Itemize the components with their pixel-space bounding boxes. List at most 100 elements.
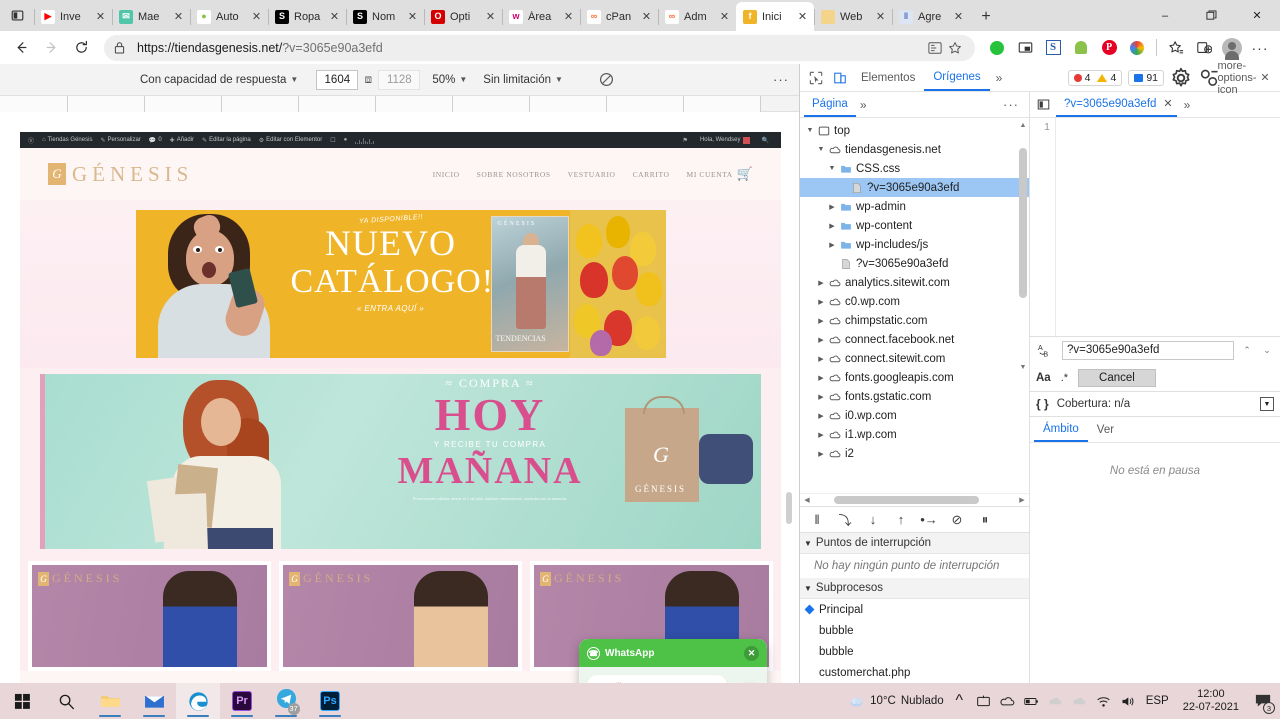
chevron-right-icon[interactable]: ▶ <box>815 412 827 420</box>
search-button[interactable] <box>44 683 88 719</box>
tree-node[interactable]: ▶ fonts.gstatic.com <box>800 387 1029 406</box>
site-nav-item[interactable]: Carrito <box>633 170 670 179</box>
chevron-right-icon[interactable]: ▶ <box>826 203 838 211</box>
collections-icon[interactable] <box>1190 34 1218 62</box>
pinterest-icon[interactable]: P <box>1095 34 1123 62</box>
shopping-cart-icon[interactable]: 🛒 <box>737 166 753 182</box>
tree-node[interactable]: ▶ connect.sitewit.com <box>800 349 1029 368</box>
photoshop-button[interactable]: Ps <box>308 683 352 719</box>
browser-tab[interactable]: w Área ✕ <box>502 2 580 31</box>
chevron-right-icon[interactable]: ▶ <box>826 222 838 230</box>
more-tabs-icon[interactable]: » <box>990 71 1009 85</box>
mail-button[interactable] <box>132 683 176 719</box>
adminbar-stats-icon[interactable]: ☐ <box>326 137 339 144</box>
volume-icon[interactable] <box>1119 693 1136 710</box>
sitewit-extension-icon[interactable]: S <box>1039 34 1067 62</box>
site-nav-item[interactable]: Vestuario <box>568 170 616 179</box>
tree-node[interactable]: ▶ connect.facebook.net <box>800 330 1029 349</box>
tree-node[interactable]: ▶ fonts.googleapis.com <box>800 368 1029 387</box>
browser-tab[interactable]: ‖ Agre ✕ <box>892 2 970 31</box>
chevron-down-icon[interactable]: ▼ <box>804 127 816 134</box>
input-language-indicator[interactable]: ESP <box>1143 695 1172 707</box>
tab-origenes[interactable]: Orígenes <box>924 64 990 91</box>
add-favorite-icon[interactable] <box>945 41 965 55</box>
close-icon[interactable]: ✕ <box>1163 97 1172 110</box>
browser-tab[interactable]: ∞ Adm ✕ <box>658 2 736 31</box>
banner1-cta[interactable]: « ENTRA AQUÍ » <box>291 304 491 313</box>
start-button[interactable] <box>0 683 44 719</box>
tab-close-icon[interactable]: ✕ <box>405 9 420 24</box>
device-toolbar-more-icon[interactable]: ··· <box>773 72 789 87</box>
chevron-right-icon[interactable]: ▶ <box>815 431 827 439</box>
deactivate-breakpoints-button[interactable]: ⊘ <box>944 508 970 532</box>
android-extension-icon[interactable] <box>1067 34 1095 62</box>
pause-on-exceptions-button[interactable]: ⏸ <box>972 508 998 532</box>
screen-cast-icon[interactable] <box>975 693 992 710</box>
honey-extension-icon[interactable] <box>983 34 1011 62</box>
chevron-down-icon[interactable]: ▼ <box>815 146 827 153</box>
close-window-button[interactable]: ✕ <box>1234 0 1280 31</box>
search-input[interactable]: ?v=3065e90a3efd <box>1062 341 1234 360</box>
chevron-right-icon[interactable]: ▶ <box>815 374 827 382</box>
adminbar-edit-page[interactable]: ✎ Editar la página <box>198 137 255 144</box>
tab-pagina[interactable]: Página <box>804 92 856 117</box>
threads-section-header[interactable]: ▼ Subprocesos <box>800 578 1029 599</box>
color-wheel-extension-icon[interactable] <box>1123 34 1151 62</box>
tree-node[interactable]: ▼ tiendasgenesis.net <box>800 140 1029 159</box>
breakpoints-section-header[interactable]: ▼ Puntos de interrupción <box>800 533 1029 554</box>
tab-close-icon[interactable]: ✕ <box>951 9 966 24</box>
address-bar[interactable]: https://tiendasgenesis.net/?v=3065e90a3e… <box>104 34 975 61</box>
inspect-element-icon[interactable] <box>804 66 828 90</box>
tree-node[interactable]: ▶ i0.wp.com <box>800 406 1029 425</box>
adminbar-new[interactable]: ✚ Añadir <box>166 137 198 144</box>
more-options-icon[interactable]: more-options-icon <box>1217 60 1256 96</box>
tab-elementos[interactable]: Elementos <box>852 64 924 91</box>
weather-widget[interactable]: 10°C Nublado <box>848 693 944 710</box>
search-prev-icon[interactable]: ⌃ <box>1240 345 1254 356</box>
chevron-right-icon[interactable]: ▶ <box>815 450 827 458</box>
site-nav-item[interactable]: Sobre Nosotros <box>477 170 551 179</box>
banner-compra-hoy[interactable]: ≈ COMPRA ≈ HOY Y RECIBE TU COMPRA MAÑANA… <box>40 374 761 549</box>
tree-horizontal-scrollbar[interactable]: ◀ ▶ <box>800 493 1029 506</box>
new-tab-button[interactable]: + <box>972 3 1000 31</box>
viewport-height-input[interactable]: 1128 <box>378 69 421 90</box>
adminbar-site-name[interactable]: ⌂ Tiendas Génesis <box>38 137 96 143</box>
picture-in-picture-icon[interactable] <box>1011 34 1039 62</box>
product-card[interactable]: G GÉNESIS <box>279 561 522 671</box>
notifications-button[interactable]: 3 <box>1250 688 1276 714</box>
maximize-button[interactable] <box>1188 0 1234 31</box>
tree-node[interactable]: ▶ c0.wp.com <box>800 292 1029 311</box>
editor-tab-file[interactable]: ?v=3065e90a3efd ✕ <box>1056 92 1177 117</box>
site-logo[interactable]: G GÉNESIS <box>48 162 193 187</box>
chevron-right-icon[interactable]: ▶ <box>815 355 827 363</box>
tree-scrollbar[interactable]: ▲ ▼ <box>1019 122 1027 372</box>
cloud-icon-1[interactable] <box>1047 693 1064 710</box>
thread-row[interactable]: bubble <box>800 620 1029 641</box>
step-out-button[interactable]: ↑ <box>888 508 914 532</box>
browser-tab[interactable]: S Nom ✕ <box>346 2 424 31</box>
reload-icon[interactable] <box>66 34 96 62</box>
adminbar-edit-elementor[interactable]: ⚙ Editar con Elementor <box>255 137 326 144</box>
site-nav-item[interactable]: Mi cuenta <box>687 170 733 179</box>
adminbar-comments[interactable]: 💬 0 <box>145 137 166 144</box>
tree-node[interactable]: ▶ analytics.sitewit.com <box>800 273 1029 292</box>
site-nav-item[interactable]: Inicio <box>433 170 460 179</box>
close-devtools-icon[interactable]: ✕ <box>1254 67 1276 89</box>
whatsapp-chat-widget[interactable]: ☎ WhatsApp ✕ Hola 👋 cuéntame, en que te … <box>579 639 767 683</box>
chevron-right-icon[interactable]: ▶ <box>815 279 827 287</box>
settings-more-icon[interactable]: ··· <box>1246 34 1274 62</box>
step-into-button[interactable]: ↓ <box>860 508 886 532</box>
step-button[interactable]: •→ <box>916 508 942 532</box>
tab-close-icon[interactable]: ✕ <box>483 9 498 24</box>
tree-node[interactable]: ?v=3065e90a3efd <box>800 178 1029 197</box>
tree-node[interactable]: ▶ wp-content <box>800 216 1029 235</box>
viewport-resize-handle-right[interactable] <box>786 492 792 524</box>
telegram-button[interactable]: 37 <box>264 683 308 719</box>
pause-script-button[interactable]: ‖ <box>804 508 830 532</box>
browser-tab[interactable]: f Inici ✕ <box>736 2 814 31</box>
pretty-print-icon[interactable]: { } <box>1036 397 1049 411</box>
tab-ambito[interactable]: Ámbito <box>1034 417 1088 442</box>
adminbar-notifications-icon[interactable]: ⚑ <box>679 137 692 144</box>
device-preset-select[interactable]: Con capacidad de respuesta ▼ <box>140 74 298 86</box>
minimize-button[interactable]: – <box>1142 0 1188 31</box>
